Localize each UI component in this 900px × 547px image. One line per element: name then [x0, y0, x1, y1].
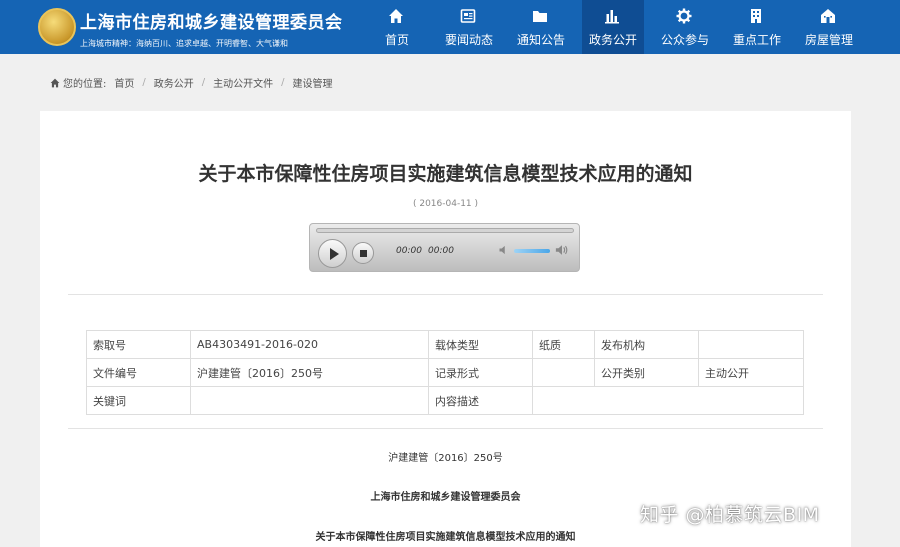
table-cell — [190, 386, 429, 415]
site-title: 上海市住房和城乡建设管理委员会 — [80, 13, 343, 33]
table-cell: AB4303491-2016-020 — [190, 330, 429, 359]
nav-label: 政务公开 — [588, 33, 637, 47]
breadcrumb-separator: / — [142, 77, 146, 88]
article-title: 关于本市保障性住房项目实施建筑信息模型技术应用的通知 — [198, 163, 693, 185]
nav-label: 房屋管理 — [804, 33, 853, 47]
table-cell: 关键词 — [86, 386, 191, 415]
emblem-logo[interactable] — [38, 8, 76, 46]
table-cell: 纸质 — [532, 330, 595, 359]
breadcrumb-government-affairs[interactable]: 政务公开 — [154, 75, 194, 90]
article-date: ( 2016-04-11 ) — [412, 199, 479, 209]
nav-label: 首页 — [384, 33, 409, 47]
table-cell: 索取号 — [86, 330, 191, 359]
breadcrumb-prefix: 您的位置: — [63, 79, 107, 90]
gear-icon — [676, 8, 692, 24]
table-cell: 公开类别 — [594, 358, 699, 387]
article-card: 关于本市保障性住房项目实施建筑信息模型技术应用的通知 ( 2016-04-11 … — [40, 111, 851, 547]
nav-item-key-work[interactable]: 重点工作 — [726, 0, 788, 54]
breadcrumb-separator: / — [281, 77, 285, 88]
building-icon — [751, 9, 761, 23]
volume-mute-icon[interactable] — [498, 244, 510, 256]
stop-button[interactable] — [352, 242, 374, 264]
breadcrumb-construction-management[interactable]: 建设管理 — [293, 75, 333, 90]
watermark: 知乎 @柏慕筑云BIM — [640, 504, 820, 526]
table-cell: 主动公开 — [698, 358, 804, 387]
house-icon — [821, 9, 835, 23]
duration-time: 00:00 — [428, 246, 454, 256]
breadcrumb: 您的位置: 首页 / 政务公开 / 主动公开文件 / 建设管理 — [50, 75, 333, 90]
table-cell — [698, 330, 804, 359]
nav-label: 通知公告 — [516, 33, 565, 47]
folder-icon — [533, 11, 547, 22]
table-cell: 载体类型 — [428, 330, 533, 359]
audio-progress-bar[interactable] — [316, 228, 574, 233]
nav-label: 要闻动态 — [444, 33, 493, 47]
table-row: 关键词 内容描述 — [86, 386, 804, 415]
document-info-table: 索取号 AB4303491-2016-020 载体类型 纸质 发布机构 文件编号… — [86, 330, 804, 415]
chart-icon — [605, 10, 619, 24]
table-row: 文件编号 沪建建管〔2016〕250号 记录形式 公开类别 主动公开 — [86, 358, 804, 387]
news-icon — [460, 9, 476, 23]
site-branding[interactable]: 上海市住房和城乡建设管理委员会 上海城市精神：海纳百川、追求卓越、开明睿智、大气… — [80, 8, 343, 49]
table-cell: 文件编号 — [86, 358, 191, 387]
body-title: 关于本市保障性住房项目实施建筑信息模型技术应用的通知 — [315, 532, 576, 543]
divider — [68, 428, 823, 429]
breadcrumb-separator: / — [201, 77, 206, 88]
nav-item-government-affairs[interactable]: 政务公开 — [582, 0, 644, 54]
document-number: 沪建建管〔2016〕250号 — [388, 453, 503, 464]
breadcrumb-public-documents[interactable]: 主动公开文件 — [213, 75, 273, 90]
divider — [68, 294, 823, 295]
nav-label: 公众参与 — [660, 33, 709, 47]
site-header: 上海市住房和城乡建设管理委员会 上海城市精神：海纳百川、追求卓越、开明睿智、大气… — [0, 0, 900, 54]
main-nav: 首页 要闻动态 通知公告 政务公开 公众参与 重点工作 房屋管理 — [366, 0, 870, 54]
nav-item-public-participation[interactable]: 公众参与 — [654, 0, 716, 54]
nav-item-news[interactable]: 要闻动态 — [438, 0, 500, 54]
breadcrumb-home[interactable]: 首页 — [114, 75, 134, 90]
audio-player: 00:00 00:00 — [309, 223, 580, 272]
table-cell: 记录形式 — [428, 358, 533, 387]
table-cell — [532, 386, 804, 415]
play-button[interactable] — [318, 239, 347, 268]
home-icon — [389, 9, 403, 23]
home-icon — [50, 78, 60, 87]
site-motto: 上海城市精神：海纳百川、追求卓越、开明睿智、大气谦和 — [80, 39, 288, 48]
current-time: 00:00 — [396, 246, 422, 256]
nav-item-housing-management[interactable]: 房屋管理 — [798, 0, 860, 54]
table-row: 索取号 AB4303491-2016-020 载体类型 纸质 发布机构 — [86, 330, 804, 359]
nav-item-home[interactable]: 首页 — [366, 0, 428, 54]
nav-item-notices[interactable]: 通知公告 — [510, 0, 572, 54]
table-cell — [532, 358, 595, 387]
table-cell: 发布机构 — [594, 330, 699, 359]
volume-max-icon[interactable] — [555, 243, 569, 257]
table-cell: 沪建建管〔2016〕250号 — [190, 358, 429, 387]
volume-slider[interactable] — [514, 249, 550, 253]
table-cell: 内容描述 — [428, 386, 533, 415]
nav-label: 重点工作 — [732, 33, 781, 47]
